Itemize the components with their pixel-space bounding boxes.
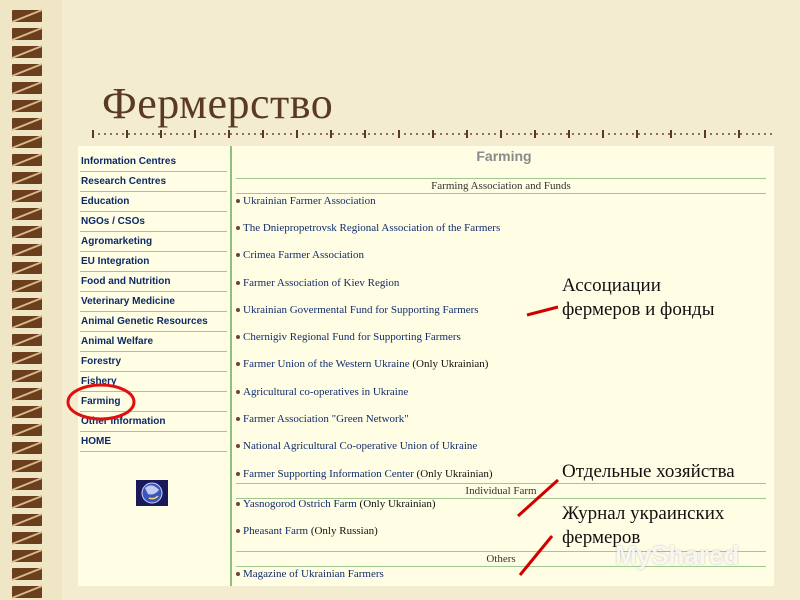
globe-logo-icon[interactable] [136, 480, 168, 506]
sidebar-item-research-centres[interactable]: Research Centres [80, 172, 227, 192]
org-link-row: Yasnogorod Ostrich Farm (Only Ukrainian) [236, 498, 436, 510]
bullet-icon [236, 281, 240, 286]
org-link-row: Ukrainian Govermental Fund for Supportin… [236, 304, 479, 316]
org-link-row: Farmer Union of the Western Ukraine (Onl… [236, 358, 488, 370]
annotation-associations-line2: фермеров и фонды [562, 299, 715, 320]
org-link[interactable]: Yasnogorod Ostrich Farm [243, 498, 357, 510]
bullet-icon [236, 572, 240, 577]
sidebar-item-farming[interactable]: Farming [80, 392, 227, 412]
divider-tick [738, 130, 740, 138]
language-note: (Only Ukrainian) [359, 498, 436, 510]
sidebar-item-animal-welfare[interactable]: Animal Welfare [80, 332, 227, 352]
bullet-icon [236, 335, 240, 340]
annotation-individual: Отдельные хозяйства [562, 461, 735, 482]
annotation-journal-line1: Журнал украинских [562, 503, 725, 524]
divider-tick [92, 130, 94, 138]
org-link-row: Agricultural co-operatives in Ukraine [236, 386, 408, 398]
sidebar-item-information-centres[interactable]: Information Centres [80, 152, 227, 172]
org-link-row: Ukrainian Farmer Association [236, 195, 376, 207]
org-link-row: Chernigiv Regional Fund for Supporting F… [236, 331, 461, 343]
divider-tick [534, 130, 536, 138]
sidebar-item-other-information[interactable]: Other information [80, 412, 227, 432]
divider-tick [296, 130, 298, 138]
watermark: MyShared [615, 540, 740, 570]
divider-tick [262, 130, 264, 138]
org-link-row: Crimea Farmer Association [236, 249, 364, 261]
divider-tick [330, 130, 332, 138]
language-note: (Only Russian) [310, 525, 378, 537]
sidebar-item-forestry[interactable]: Forestry [80, 352, 227, 372]
org-link-row: National Agricultural Co-operative Union… [236, 440, 477, 452]
org-link[interactable]: Agricultural co-operatives in Ukraine [243, 386, 408, 398]
bullet-icon [236, 199, 240, 204]
org-link[interactable]: Magazine of Ukrainian Farmers [243, 568, 384, 580]
org-link[interactable]: Farmer Association of Kiev Region [243, 277, 399, 289]
sidebar-item-animal-genetic-resources[interactable]: Animal Genetic Resources [80, 312, 227, 332]
org-link[interactable]: Farmer Union of the Western Ukraine [243, 358, 410, 370]
divider-tick [602, 130, 604, 138]
slide-title: Фермерство [102, 79, 334, 128]
org-link[interactable]: Pheasant Farm [243, 525, 308, 537]
divider-tick [670, 130, 672, 138]
org-link-row: The Dniepropetrovsk Regional Association… [236, 222, 500, 234]
divider-tick [126, 130, 128, 138]
divider-tick [364, 130, 366, 138]
divider-tick [466, 130, 468, 138]
sidebar-item-food-and-nutrition[interactable]: Food and Nutrition [80, 272, 227, 292]
title-divider [92, 130, 772, 138]
bullet-icon [236, 502, 240, 507]
sidebar-item-ngos-csos[interactable]: NGOs / CSOs [80, 212, 227, 232]
sidebar-item-eu-integration[interactable]: EU Integration [80, 252, 227, 272]
bullet-icon [236, 226, 240, 231]
divider-tick [568, 130, 570, 138]
sidebar-divider [230, 146, 232, 586]
org-link-row: Farmer Association "Green Network" [236, 413, 409, 425]
divider-tick [160, 130, 162, 138]
section-header: Individual Farm [236, 483, 766, 499]
sidebar-menu: Information Centres Research Centres Educa… [78, 146, 231, 586]
bullet-icon [236, 390, 240, 395]
org-link[interactable]: Farmer Supporting Information Center [243, 468, 414, 480]
annotation-associations: Ассоциации фермеров и фонды [562, 274, 714, 322]
org-link[interactable]: Ukrainian Govermental Fund for Supportin… [243, 304, 479, 316]
sidebar-item-fishery[interactable]: Fishery [80, 372, 227, 392]
sidebar-item-veterinary-medicine[interactable]: Veterinary Medicine [80, 292, 227, 312]
divider-tick [500, 130, 502, 138]
org-link-row: Farmer Supporting Information Center (On… [236, 468, 493, 480]
divider-tick [704, 130, 706, 138]
divider-tick [636, 130, 638, 138]
org-link[interactable]: Chernigiv Regional Fund for Supporting F… [243, 331, 461, 343]
bullet-icon [236, 529, 240, 534]
org-link[interactable]: Ukrainian Farmer Association [243, 195, 376, 207]
org-link[interactable]: Crimea Farmer Association [243, 249, 364, 261]
org-link[interactable]: The Dniepropetrovsk Regional Association… [243, 222, 500, 234]
language-note: (Only Ukrainian) [416, 468, 493, 480]
org-link-row: Pheasant Farm (Only Russian) [236, 525, 378, 537]
sidebar-item-education[interactable]: Education [80, 192, 227, 212]
bullet-icon [236, 417, 240, 422]
org-link-row: Farmer Association of Kiev Region [236, 277, 399, 289]
annotation-associations-line1: Ассоциации [562, 275, 661, 296]
divider-tick [228, 130, 230, 138]
bullet-icon [236, 472, 240, 477]
divider-tick [398, 130, 400, 138]
org-link[interactable]: Farmer Association "Green Network" [243, 413, 409, 425]
org-link-row: Magazine of Ukrainian Farmers [236, 568, 384, 580]
org-link[interactable]: National Agricultural Co-operative Union… [243, 440, 477, 452]
bullet-icon [236, 362, 240, 367]
content-heading: Farming [476, 148, 532, 164]
sidebar-item-home[interactable]: HOME [80, 432, 227, 452]
language-note: (Only Ukrainian) [412, 358, 489, 370]
spiral-binding [0, 0, 62, 600]
section-header: Farming Association and Funds [236, 178, 766, 194]
sidebar-item-agromarketing[interactable]: Agromarketing [80, 232, 227, 252]
divider-tick [194, 130, 196, 138]
bullet-icon [236, 253, 240, 258]
bullet-icon [236, 308, 240, 313]
bullet-icon [236, 444, 240, 449]
divider-tick [432, 130, 434, 138]
